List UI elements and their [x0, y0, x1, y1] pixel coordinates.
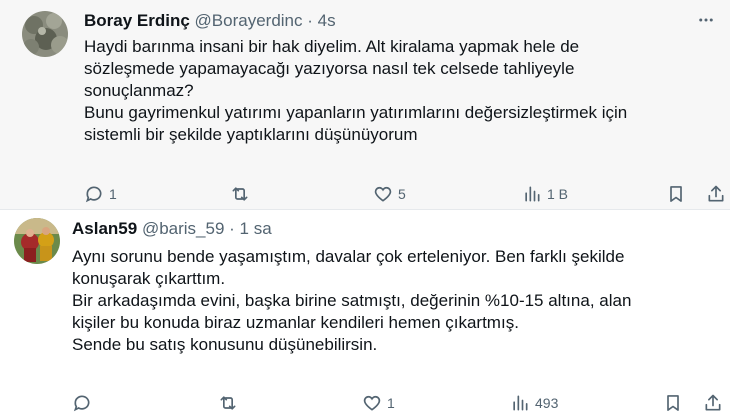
views-button[interactable]: 1 B [522, 184, 568, 204]
share-icon [703, 393, 723, 413]
separator: · [229, 219, 235, 238]
tweet-card[interactable]: Aslan59 @baris_59 · 1 sa Aynı sorunu ben… [0, 210, 730, 420]
bookmark-button[interactable] [666, 184, 686, 204]
author-name[interactable]: Aslan59 [72, 219, 137, 238]
timestamp[interactable]: 1 sa [240, 219, 272, 238]
tweet-text: Haydi barınma insani bir hak diyelim. Al… [84, 36, 704, 146]
repost-button[interactable] [218, 393, 243, 413]
reply-button[interactable]: 1 [84, 184, 117, 204]
bookmark-icon [663, 393, 683, 413]
timestamp[interactable]: 4s [318, 11, 336, 30]
like-button[interactable]: 1 [362, 393, 395, 413]
tweet-card[interactable]: Boray Erdinç @Borayerdinc · 4s Haydi bar… [0, 0, 730, 210]
avatar[interactable] [22, 11, 68, 57]
tweet-header: Aslan59 @baris_59 · 1 sa [72, 218, 272, 240]
repost-button[interactable] [230, 184, 255, 204]
views-icon [510, 393, 530, 413]
author-name[interactable]: Boray Erdinç [84, 11, 190, 30]
views-icon [522, 184, 542, 204]
share-button[interactable] [703, 393, 723, 413]
bookmark-button[interactable] [663, 393, 683, 413]
views-count: 493 [535, 395, 559, 411]
tweet-text-content: Haydi barınma insani bir hak diyelim. Al… [84, 37, 628, 144]
repost-icon [230, 184, 250, 204]
author-handle[interactable]: @baris_59 [142, 219, 224, 238]
views-count: 1 B [547, 186, 569, 202]
like-icon [373, 184, 393, 204]
tweet-text-content: Aynı sorunu bende yaşamıştım, davalar ço… [72, 247, 632, 354]
action-bar: 1 493 [0, 393, 730, 417]
author-handle[interactable]: @Borayerdinc [195, 11, 303, 30]
views-button[interactable]: 493 [510, 393, 558, 413]
reply-button[interactable] [72, 393, 97, 413]
bookmark-icon [666, 184, 686, 204]
tweet-text: Aynı sorunu bende yaşamıştım, davalar ço… [72, 246, 692, 356]
tweet-header: Boray Erdinç @Borayerdinc · 4s [84, 10, 336, 32]
like-button[interactable]: 5 [373, 184, 406, 204]
like-icon [362, 393, 382, 413]
like-count: 5 [398, 186, 406, 202]
share-button[interactable] [706, 184, 726, 204]
reply-count: 1 [109, 186, 117, 202]
reply-icon [72, 393, 92, 413]
more-icon[interactable] [694, 8, 718, 32]
separator: · [307, 11, 313, 30]
avatar[interactable] [14, 218, 60, 264]
repost-icon [218, 393, 238, 413]
share-icon [706, 184, 726, 204]
reply-icon [84, 184, 104, 204]
action-bar: 1 5 1 B [0, 184, 730, 208]
like-count: 1 [387, 395, 395, 411]
